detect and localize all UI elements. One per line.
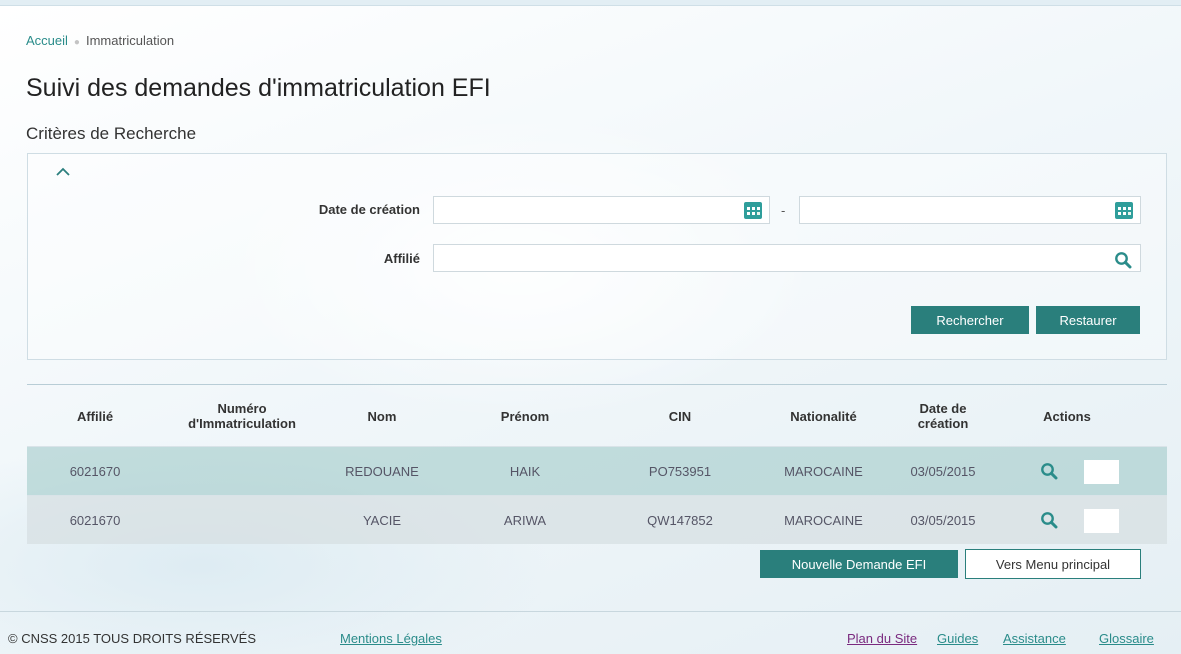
reset-button[interactable]: Restaurer: [1036, 306, 1140, 334]
cell-prenom: HAIK: [509, 464, 541, 479]
col-cin[interactable]: CIN: [625, 385, 735, 447]
breadcrumb-separator: ●: [73, 37, 80, 48]
cell-nationalite: MAROCAINE: [784, 513, 863, 528]
affilie-input[interactable]: [434, 245, 1140, 271]
date-range-separator: -: [781, 203, 786, 218]
cell-nom: YACIE: [362, 513, 402, 528]
guides-link[interactable]: Guides: [937, 631, 978, 646]
breadcrumb-current: Immatriculation: [85, 33, 175, 48]
cell-date-creation: 03/05/2015: [910, 513, 976, 528]
table-header: Affilié Numéro d'Immatriculation Nom Pré…: [27, 384, 1167, 446]
main-menu-button[interactable]: Vers Menu principal: [965, 549, 1141, 579]
assistance-link[interactable]: Assistance: [1003, 631, 1066, 646]
calendar-icon[interactable]: [1115, 202, 1133, 219]
view-details-search-icon[interactable]: [1040, 511, 1058, 529]
page: Accueil ● Immatriculation Suivi des demand…: [0, 6, 1181, 654]
new-efi-request-button[interactable]: Nouvelle Demande EFI: [760, 550, 958, 578]
cell-date-creation: 03/05/2015: [910, 464, 976, 479]
breadcrumb: Accueil ● Immatriculation: [26, 33, 174, 48]
results-table: Affilié Numéro d'Immatriculation Nom Pré…: [27, 384, 1167, 544]
date-from-field[interactable]: [433, 196, 770, 224]
breadcrumb-home-link[interactable]: Accueil: [26, 33, 68, 48]
copyright-text: © CNSS 2015 TOUS DROITS RÉSERVÉS: [8, 631, 256, 646]
affilie-field[interactable]: [433, 244, 1141, 272]
page-title: Suivi des demandes d'immatriculation EFI: [26, 74, 491, 102]
date-creation-label: Date de création: [318, 202, 420, 217]
cell-prenom: ARIWA: [503, 513, 547, 528]
cell-affilie: 6021670: [69, 464, 121, 479]
affilie-label: Affilié: [383, 251, 420, 266]
col-affilie[interactable]: Affilié: [45, 385, 145, 447]
row-action-box[interactable]: [1084, 509, 1119, 533]
col-date-creation[interactable]: Date de création: [903, 385, 983, 447]
criteria-title: Critères de Recherche: [26, 124, 197, 143]
col-actions: Actions: [1043, 408, 1091, 424]
cell-cin: PO753951: [648, 464, 712, 479]
search-criteria-panel: Date de création - Affilié Rechercher Re…: [27, 153, 1167, 360]
row-action-box[interactable]: [1084, 460, 1119, 484]
search-icon[interactable]: [1114, 251, 1132, 269]
cell-numero-immatriculation: [167, 447, 317, 496]
table-row[interactable]: 6021670 YACIE ARIWA QW147852 MAROCAINE 0…: [27, 495, 1167, 544]
col-nom[interactable]: Nom: [327, 385, 437, 447]
col-numero-immatriculation[interactable]: Numéro d'Immatriculation: [167, 385, 317, 447]
footer: © CNSS 2015 TOUS DROITS RÉSERVÉS Mention…: [0, 611, 1181, 654]
search-button[interactable]: Rechercher: [911, 306, 1029, 334]
glossary-link[interactable]: Glossaire: [1099, 631, 1154, 646]
cell-nom: REDOUANE: [345, 464, 419, 479]
cell-affilie: 6021670: [69, 513, 121, 528]
legal-link[interactable]: Mentions Légales: [340, 631, 442, 646]
chevron-up-icon[interactable]: [55, 164, 71, 180]
view-details-search-icon[interactable]: [1040, 462, 1058, 480]
col-prenom[interactable]: Prénom: [470, 385, 580, 447]
cell-nationalite: MAROCAINE: [784, 464, 863, 479]
cell-numero-immatriculation: [167, 496, 317, 545]
date-to-input[interactable]: [800, 197, 1140, 223]
col-nationalite[interactable]: Nationalité: [761, 385, 886, 447]
date-to-field[interactable]: [799, 196, 1141, 224]
table-row[interactable]: 6021670 REDOUANE HAIK PO753951 MAROCAINE…: [27, 446, 1167, 495]
sitemap-link[interactable]: Plan du Site: [847, 631, 917, 646]
date-from-input[interactable]: [434, 197, 769, 223]
cell-cin: QW147852: [647, 513, 713, 528]
calendar-icon[interactable]: [744, 202, 762, 219]
